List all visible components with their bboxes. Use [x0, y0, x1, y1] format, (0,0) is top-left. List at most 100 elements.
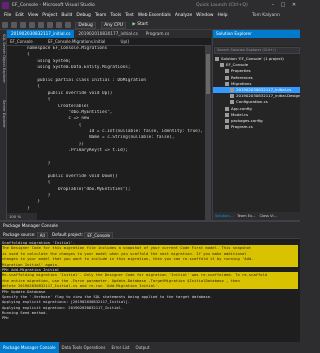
solution-explorer-toolbar [213, 38, 300, 53]
menu-build[interactable]: Build [61, 11, 72, 20]
menu-view[interactable]: View [28, 11, 38, 20]
tree-node-label: Properties [231, 68, 251, 74]
tab-program[interactable]: Program.cs [142, 30, 173, 38]
user-name[interactable]: Tom Kalyann [252, 11, 280, 20]
file-icon [225, 125, 229, 130]
file-icon [230, 94, 234, 99]
new-file-icon[interactable] [20, 22, 26, 28]
undo-icon[interactable] [56, 22, 62, 28]
code-text[interactable]: namespace EF_Console.Migrations{ using S… [27, 46, 211, 212]
tab-solution-explorer[interactable]: Solution... [213, 212, 235, 220]
menu-team[interactable]: Team [95, 11, 107, 20]
tree-node-label: 201902030832117_initial.Designer.cs [236, 93, 300, 99]
menu-debug[interactable]: Debug [76, 11, 90, 20]
default-project-label: Default project: [52, 232, 84, 237]
tree-node-label: References [231, 74, 253, 80]
editor-tab-strip: 201902030832117_initial.cs 20190201083017… [7, 30, 211, 38]
file-icon [230, 100, 234, 105]
tab-output[interactable]: Output [133, 342, 153, 353]
scrollbar-thumb[interactable] [206, 54, 210, 94]
navigation-bar: EF_Console EF_Console.Migrations.Initial… [7, 38, 211, 46]
package-manager-console: Package Manager Console Package source: … [0, 220, 300, 342]
tab-data-tools-operations[interactable]: Data Tools Operations [59, 342, 109, 353]
solution-explorer-search-input[interactable]: Search Solution Explorer (Ctrl+;) [214, 47, 300, 54]
file-icon [225, 106, 229, 111]
menu-tools[interactable]: Tools [110, 11, 121, 20]
platform-select[interactable]: Any CPU [101, 21, 126, 29]
forward-icon[interactable] [11, 22, 17, 28]
file-icon [225, 69, 229, 74]
play-icon: ▶ [132, 22, 136, 27]
minimize-button[interactable]: – [268, 0, 278, 11]
tree-node-label: Migrations [231, 80, 252, 86]
menu-web-essentials[interactable]: Web Essentials [138, 11, 171, 20]
save-all-icon[interactable] [47, 22, 53, 28]
tab-error-list[interactable]: Error List [108, 342, 132, 353]
project-dropdown[interactable]: EF_Console [10, 38, 33, 45]
tree-node[interactable]: Program.cs [213, 124, 300, 130]
configuration-select[interactable]: Debug [75, 21, 96, 29]
title-bar: EF_Console - Microsoft Visual Studio Qui… [0, 0, 300, 11]
menu-test[interactable]: Test [125, 11, 134, 20]
default-project-select[interactable]: EF_Console [84, 231, 114, 239]
open-icon[interactable] [29, 22, 35, 28]
file-icon [225, 112, 229, 117]
tree-node-label: Model.cs [231, 111, 249, 117]
redo-icon[interactable] [65, 22, 71, 28]
solution-explorer-title: Solution Explorer [213, 30, 300, 38]
file-icon [220, 63, 224, 68]
package-source-label: Package source: [3, 232, 36, 237]
server-explorer-tab[interactable]: Server Explorer [0, 100, 6, 128]
toolbar: Debug Any CPU ▶ Start [0, 20, 300, 30]
menu-analyze[interactable]: Analyze [175, 11, 192, 20]
left-tool-strip: SQL Server Object Explorer Server Explor… [0, 30, 7, 220]
editor-vertical-scrollbar[interactable] [205, 46, 211, 220]
file-icon [225, 75, 229, 80]
maximize-button[interactable]: □ [278, 0, 288, 11]
console-output[interactable]: Scaffolding migration 'Initial'. The Desi… [2, 240, 298, 321]
menu-file[interactable]: File [4, 11, 11, 20]
solution-tree: Solution 'EF_Console' (1 project) EF_Cons… [213, 56, 300, 130]
file-icon [215, 57, 219, 61]
tab-team-explorer[interactable]: Team Ex... [235, 212, 257, 220]
sql-server-object-explorer-tab[interactable]: SQL Server Object Explorer [0, 34, 6, 83]
solution-explorer-panel: Solution Explorer Search Solution Explor… [212, 30, 300, 220]
file-icon [230, 87, 234, 92]
package-source-select[interactable]: All [36, 231, 48, 239]
file-icon [225, 81, 229, 86]
close-button[interactable]: ✕ [289, 0, 299, 11]
console-line: Re-scaffolding migration 'Initial'. Only… [2, 272, 298, 278]
zoom-level[interactable]: 100 % [7, 213, 37, 220]
menu-window[interactable]: Window [196, 11, 213, 20]
bottom-tool-tab-strip: Package Manager Console Data Tools Operat… [0, 342, 300, 353]
quick-launch-input[interactable]: Quick Launch (Ctrl+Q) [196, 0, 248, 11]
tab-package-manager-console[interactable]: Package Manager Console [0, 342, 59, 353]
menu-project[interactable]: Project [42, 11, 57, 20]
menu-help[interactable]: Help [217, 11, 227, 20]
tree-node-label: EF_Console [226, 62, 249, 68]
code-editor[interactable]: namespace EF_Console.Migrations{ using S… [7, 46, 211, 220]
package-manager-console-title: Package Manager Console [0, 222, 300, 230]
type-dropdown[interactable]: EF_Console.Migrations.Initial [48, 38, 105, 45]
code-line[interactable]: } [27, 206, 211, 212]
menu-bar: File Edit View Project Build Debug Team Tools Te… [0, 11, 300, 20]
tab-initial-previous[interactable]: 201902010830177_initial.cs [74, 30, 141, 38]
back-icon[interactable] [2, 22, 8, 28]
tab-class-view[interactable]: Class Vi... [258, 212, 279, 220]
menu-edit[interactable]: Edit [15, 11, 24, 20]
console-line: PM> [2, 315, 9, 321]
file-icon [225, 118, 229, 123]
package-manager-toolbar: Package source: All Default project: EF_… [0, 230, 300, 239]
tree-node-label: Program.cs [231, 124, 253, 130]
tree-node-label: Solution 'EF_Console' (1 project) [221, 56, 284, 61]
tree-node-label: packages.config [231, 117, 263, 123]
save-icon[interactable] [38, 22, 44, 28]
member-dropdown[interactable]: Up() [121, 38, 130, 45]
tab-initial-current[interactable]: 201902030832117_initial.cs [7, 30, 75, 38]
tree-node-label: Configuration.cs [236, 99, 268, 105]
solution-explorer-tab-strip: Solution... Team Ex... Class Vi... [213, 212, 300, 220]
window-title: EF_Console - Microsoft Visual Studio [12, 3, 95, 8]
visual-studio-logo-icon [2, 2, 9, 9]
start-button[interactable]: ▶ Start [132, 20, 148, 29]
start-label: Start [137, 22, 148, 27]
